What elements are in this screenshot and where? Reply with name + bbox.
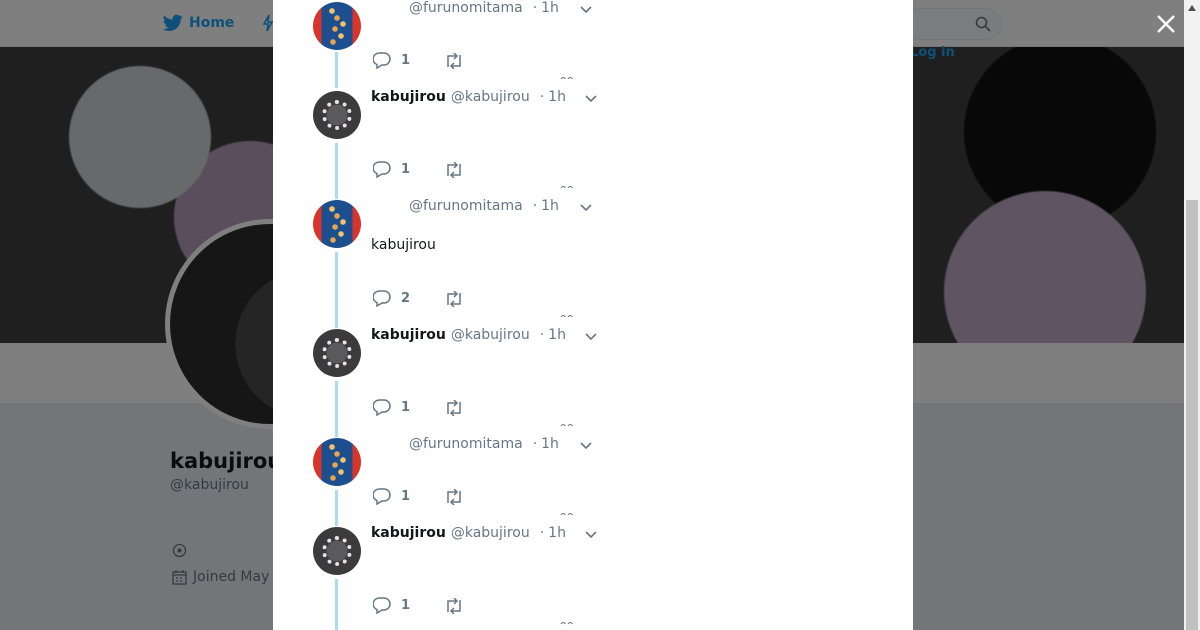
tweet-header: kabujirou @kabujirou · 1h: [371, 327, 566, 343]
tweet[interactable]: kabujirou @kabujirou · 1h 1: [273, 89, 913, 199]
tweet-more-indicator: [560, 186, 573, 189]
retweet-icon: [444, 399, 464, 416]
retweet-icon: [444, 161, 464, 178]
tweet-author-name[interactable]: kabujirou: [371, 525, 446, 541]
retweet-button[interactable]: [444, 290, 464, 307]
tweet-timestamp[interactable]: 1h: [548, 327, 566, 343]
avatar[interactable]: [313, 527, 361, 575]
thread-line: [335, 143, 338, 199]
reply-button[interactable]: 1: [373, 488, 410, 505]
tweet-more-indicator: [560, 77, 573, 80]
thread-line: [335, 381, 338, 437]
avatar[interactable]: [313, 329, 361, 377]
tweet-timestamp[interactable]: 1h: [548, 89, 566, 105]
reply-icon: [373, 161, 391, 178]
tweet-author-handle[interactable]: @furunomitama: [409, 198, 523, 214]
tweet-author-name[interactable]: kabujirou: [371, 327, 446, 343]
tweet-actions: 1: [373, 52, 464, 69]
scroll-up-button[interactable]: [1184, 0, 1200, 16]
tweet-header: @furunomitama · 1h: [409, 436, 559, 452]
avatar[interactable]: [313, 200, 361, 248]
retweet-icon: [444, 488, 464, 505]
tweet-timestamp[interactable]: 1h: [541, 436, 559, 452]
conversation-modal: @furunomitama · 1h 1 kabujirou @kabujirou…: [273, 0, 913, 630]
retweet-button[interactable]: [444, 597, 464, 614]
retweet-icon: [444, 52, 464, 69]
reply-count: 1: [401, 598, 411, 613]
reply-icon: [373, 488, 391, 505]
scrollbar-thumb[interactable]: [1186, 200, 1198, 630]
thread-line: [335, 52, 338, 88]
tweet-header: kabujirou @kabujirou · 1h: [371, 525, 566, 541]
tweet-header: kabujirou @kabujirou · 1h: [371, 89, 566, 105]
tweet-more-indicator: [560, 315, 573, 318]
tweet-author-handle[interactable]: @furunomitama: [409, 0, 523, 16]
chevron-down-icon[interactable]: [583, 328, 599, 344]
avatar[interactable]: [313, 2, 361, 50]
retweet-icon: [444, 290, 464, 307]
thread-line: [335, 252, 338, 328]
tweet-author-handle[interactable]: @furunomitama: [409, 436, 523, 452]
tweet-actions: 1: [373, 399, 464, 416]
avatar[interactable]: [313, 91, 361, 139]
chevron-down-icon[interactable]: [583, 526, 599, 542]
reply-button[interactable]: 1: [373, 161, 410, 178]
tweet[interactable]: kabujirou @kabujirou · 1h 1: [273, 327, 913, 437]
reply-button[interactable]: 1: [373, 399, 410, 416]
retweet-button[interactable]: [444, 399, 464, 416]
tweet-actions: 1: [373, 161, 464, 178]
scrollbar[interactable]: [1184, 0, 1200, 630]
reply-button[interactable]: 2: [373, 290, 410, 307]
reply-count: 2: [401, 291, 411, 306]
tweet[interactable]: @furunomitama · 1h kabujirou 2: [273, 198, 913, 328]
tweet-author-handle[interactable]: @kabujirou: [451, 525, 530, 541]
tweet-author-handle[interactable]: @kabujirou: [451, 327, 530, 343]
retweet-button[interactable]: [444, 161, 464, 178]
reply-count: 1: [401, 489, 411, 504]
close-icon[interactable]: [1154, 12, 1178, 36]
retweet-button[interactable]: [444, 52, 464, 69]
chevron-down-icon[interactable]: [578, 437, 594, 453]
tweet-actions: 1: [373, 488, 464, 505]
retweet-button[interactable]: [444, 488, 464, 505]
reply-icon: [373, 52, 391, 69]
tweet-more-indicator: [560, 622, 573, 625]
tweet-timestamp[interactable]: 1h: [548, 525, 566, 541]
tweet-more-indicator: [560, 513, 573, 516]
reply-icon: [373, 290, 391, 307]
tweet-text: kabujirou: [371, 237, 436, 253]
thread-line: [335, 490, 338, 526]
tweet-author-name[interactable]: kabujirou: [371, 89, 446, 105]
tweet-actions: 2: [373, 290, 464, 307]
reply-count: 1: [401, 53, 411, 68]
reply-count: 1: [401, 162, 411, 177]
avatar[interactable]: [313, 438, 361, 486]
thread-line: [335, 579, 338, 630]
tweet-header: @furunomitama · 1h: [409, 0, 559, 16]
tweet-header: @furunomitama · 1h: [409, 198, 559, 214]
retweet-icon: [444, 597, 464, 614]
reply-button[interactable]: 1: [373, 597, 410, 614]
tweet[interactable]: @furunomitama · 1h 1: [273, 0, 913, 88]
reply-icon: [373, 597, 391, 614]
chevron-down-icon[interactable]: [578, 199, 594, 215]
tweet-author-handle[interactable]: @kabujirou: [451, 89, 530, 105]
tweet[interactable]: @furunomitama · 1h 1: [273, 436, 913, 526]
reply-button[interactable]: 1: [373, 52, 410, 69]
tweet-actions: 1: [373, 597, 464, 614]
reply-count: 1: [401, 400, 411, 415]
tweet-timestamp[interactable]: 1h: [541, 198, 559, 214]
tweet[interactable]: kabujirou @kabujirou · 1h 1: [273, 525, 913, 630]
tweet-more-indicator: [560, 424, 573, 427]
chevron-down-icon[interactable]: [583, 90, 599, 106]
chevron-down-icon[interactable]: [578, 1, 594, 17]
tweet-timestamp[interactable]: 1h: [541, 0, 559, 16]
reply-icon: [373, 399, 391, 416]
